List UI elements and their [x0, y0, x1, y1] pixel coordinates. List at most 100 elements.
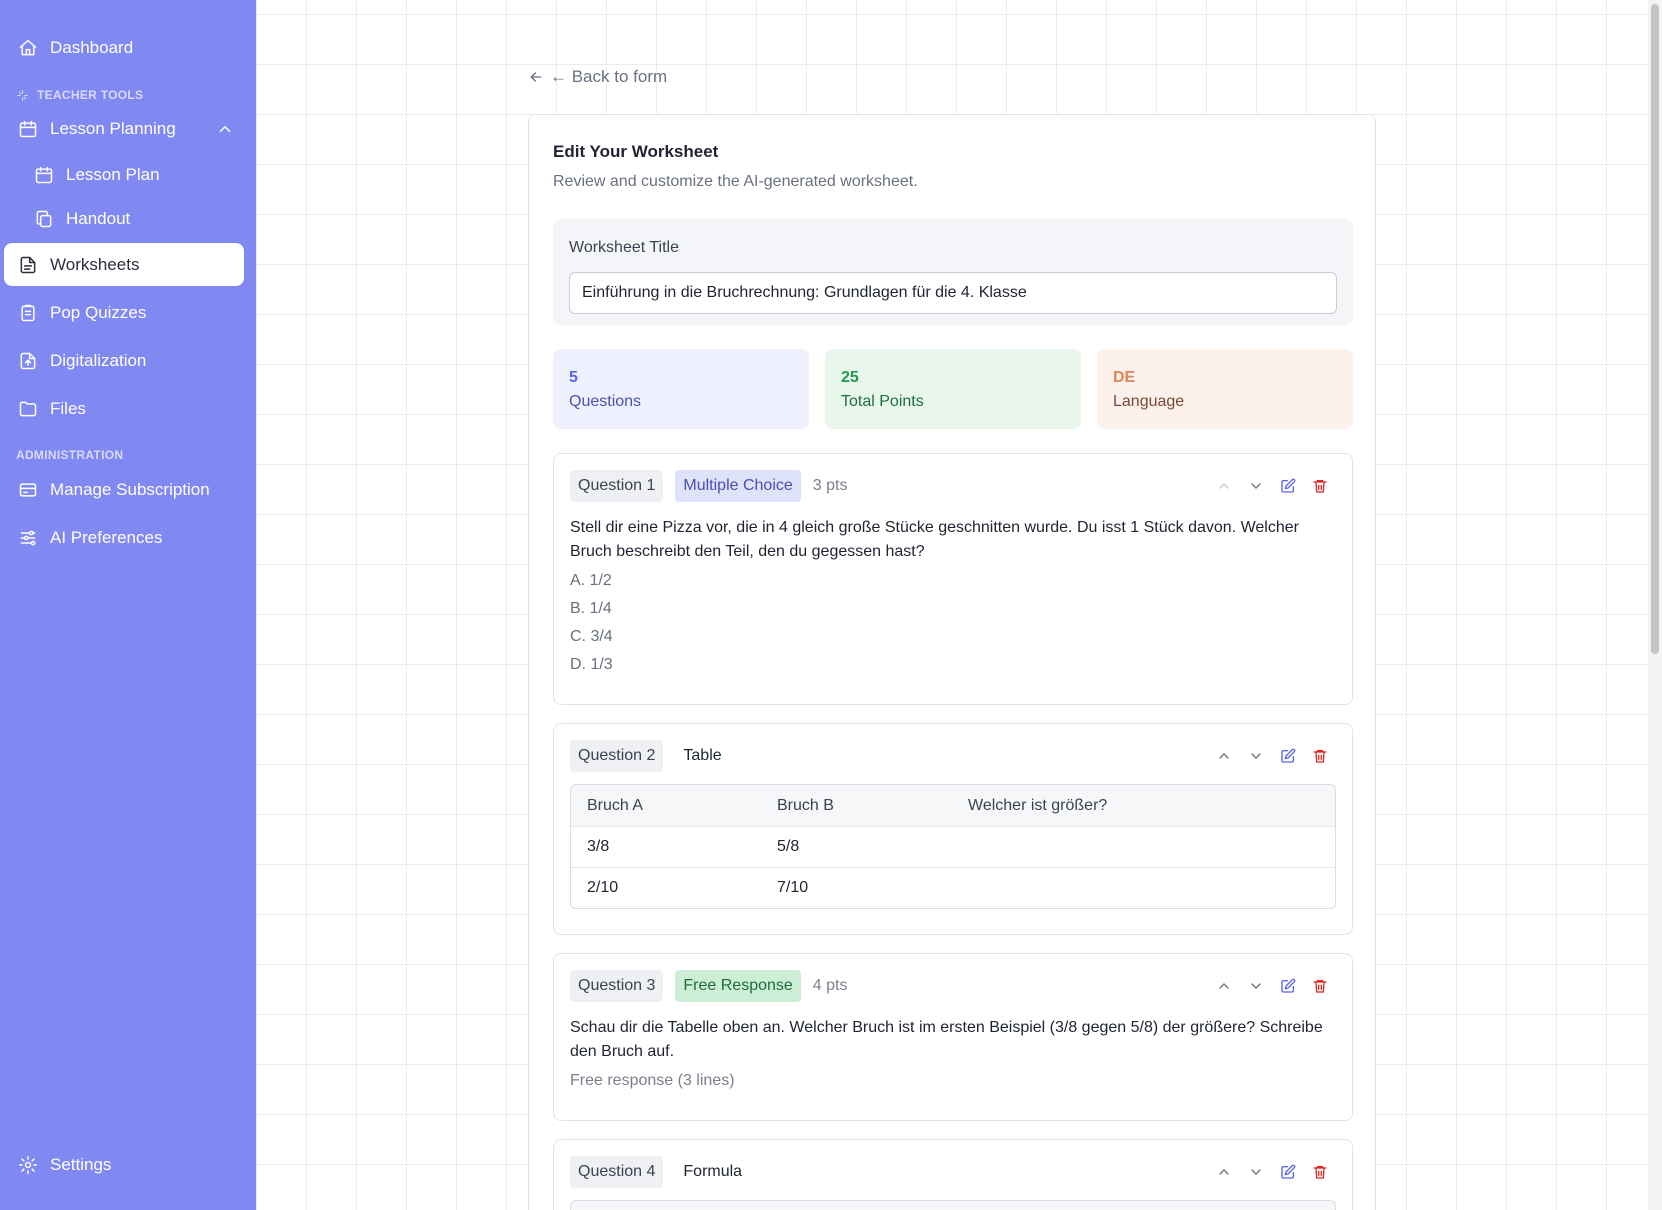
edit-icon [1281, 978, 1296, 993]
sidebar-item-manage-subscription[interactable]: Manage Subscription [4, 469, 244, 511]
delete-button[interactable] [1304, 744, 1336, 768]
move-up-button[interactable] [1208, 474, 1240, 498]
move-down-button[interactable] [1240, 974, 1272, 998]
question-type-badge: Multiple Choice [675, 470, 801, 502]
table-cell: 7/10 [761, 867, 952, 908]
folder-icon [18, 399, 38, 419]
sidebar-item-label: Digitalization [50, 351, 147, 370]
sidebar-item-label: Dashboard [50, 38, 134, 57]
chevron-up-icon[interactable] [216, 120, 234, 138]
move-up-button[interactable] [1208, 974, 1240, 998]
worksheet-title-label: Worksheet Title [569, 239, 679, 256]
question-number: Question 3 [570, 970, 664, 1002]
sidebar-item-label: Lesson Plan [66, 165, 160, 184]
stat-total-points: 25 Total Points [825, 349, 1081, 429]
stat-value: 5 [569, 369, 578, 386]
formula-box [570, 1200, 1336, 1210]
question-card: Question 3 Free Response 4 pts Schau dir… [553, 953, 1353, 1121]
sidebar-item-lesson-plan[interactable]: Lesson Plan [20, 154, 244, 196]
table-cell [952, 867, 1335, 908]
stat-label: Questions [569, 393, 642, 410]
arrow-left-icon [530, 72, 542, 82]
question-points: 4 pts [812, 977, 848, 994]
edit-icon [1281, 748, 1296, 763]
delete-button[interactable] [1304, 1160, 1336, 1184]
move-down-button[interactable] [1240, 474, 1272, 498]
table-cell: 2/10 [571, 867, 761, 908]
table-row: 3/8 5/8 [571, 826, 1335, 867]
table-header-row: Bruch A Bruch B Welcher ist größer? [571, 785, 1335, 826]
edit-button[interactable] [1272, 1160, 1304, 1184]
worksheet-title-input[interactable] [569, 272, 1337, 314]
answer-option: A. 1/2 [570, 572, 612, 589]
sparkle-icon [17, 89, 28, 101]
sidebar-item-label: Worksheets [50, 254, 140, 274]
sidebar-item-label: Pop Quizzes [50, 303, 147, 322]
question-points: 3 pts [812, 477, 848, 494]
answer-option: D. 1/3 [570, 656, 613, 673]
editor-title: Edit Your Worksheet [553, 142, 719, 161]
page-scrollbar[interactable] [1648, 0, 1662, 1210]
calendar-icon [34, 165, 54, 185]
back-to-form-link[interactable]: ← Back to form [528, 67, 667, 87]
sidebar-item-digitalization[interactable]: Digitalization [4, 340, 244, 382]
chevron-down-icon [1251, 483, 1261, 489]
move-down-button[interactable] [1240, 744, 1272, 768]
chevron-up-icon [1219, 483, 1229, 489]
table-cell [952, 826, 1335, 867]
question-card: Question 4 Formula [553, 1139, 1353, 1210]
stat-value: 25 [841, 369, 859, 386]
sidebar-item-handout[interactable]: Handout [20, 198, 244, 240]
table-header-cell: Bruch B [761, 785, 952, 826]
sidebar-item-label: AI Preferences [50, 528, 163, 547]
delete-button[interactable] [1304, 974, 1336, 998]
gear-icon [18, 1155, 38, 1175]
table-cell: 5/8 [761, 826, 952, 867]
sidebar-item-files[interactable]: Files [4, 388, 244, 430]
stat-questions: 5 Questions [553, 349, 809, 429]
trash-icon [1313, 750, 1327, 763]
edit-button[interactable] [1272, 974, 1304, 998]
move-down-button[interactable] [1240, 1160, 1272, 1184]
question-text: Stell dir eine Pizza vor, die in 4 gleic… [570, 519, 1299, 560]
sidebar-item-pop-quizzes[interactable]: Pop Quizzes [4, 292, 244, 334]
sidebar-item-label: Handout [66, 209, 131, 228]
edit-button[interactable] [1272, 744, 1304, 768]
move-up-button[interactable] [1208, 744, 1240, 768]
delete-button[interactable] [1304, 474, 1336, 498]
question-type-badge: Table [683, 747, 722, 764]
scrollbar-thumb[interactable] [1651, 4, 1659, 654]
sidebar-item-label: Settings [50, 1155, 112, 1174]
move-up-button[interactable] [1208, 1160, 1240, 1184]
chevron-down-icon [1251, 753, 1261, 759]
trash-icon [1313, 1166, 1327, 1179]
stat-language: DE Language [1097, 349, 1353, 429]
sidebar-item-label: Manage Subscription [50, 480, 210, 499]
home-icon [18, 38, 38, 58]
document-icon [18, 255, 38, 275]
free-response-hint: Free response (3 lines) [570, 1072, 735, 1089]
sidebar-item-settings[interactable]: Settings [4, 1144, 244, 1186]
question-table: Bruch A Bruch B Welcher ist größer? 3/8 … [570, 784, 1336, 909]
answer-option: B. 1/4 [570, 600, 612, 617]
sidebar-item-label: Lesson Planning [50, 119, 176, 138]
question-type-badge: Free Response [675, 970, 801, 1002]
edit-button[interactable] [1272, 474, 1304, 498]
credit-card-icon [18, 480, 38, 500]
answer-option: C. 3/4 [570, 628, 613, 645]
chevron-down-icon [1251, 1169, 1261, 1175]
chevron-up-icon [1219, 753, 1229, 759]
chevron-up-icon [1219, 1169, 1229, 1175]
question-text: Schau dir die Tabelle oben an. Welcher B… [570, 1019, 1323, 1060]
table-header-cell: Bruch A [571, 785, 761, 826]
sidebar-item-worksheets[interactable]: Worksheets [4, 243, 244, 286]
sidebar-item-lesson-planning[interactable]: Lesson Planning [4, 108, 244, 150]
stat-value: DE [1113, 369, 1136, 386]
question-number: Question 4 [570, 1156, 664, 1188]
table-row: 2/10 7/10 [571, 867, 1335, 908]
sidebar-item-dashboard[interactable]: Dashboard [4, 27, 244, 69]
sidebar-item-ai-preferences[interactable]: AI Preferences [4, 517, 244, 559]
question-type-badge: Formula [683, 1163, 743, 1180]
sidebar: Dashboard TEACHER TOOLS Lesson Planning … [0, 0, 256, 1210]
file-upload-icon [18, 351, 38, 371]
